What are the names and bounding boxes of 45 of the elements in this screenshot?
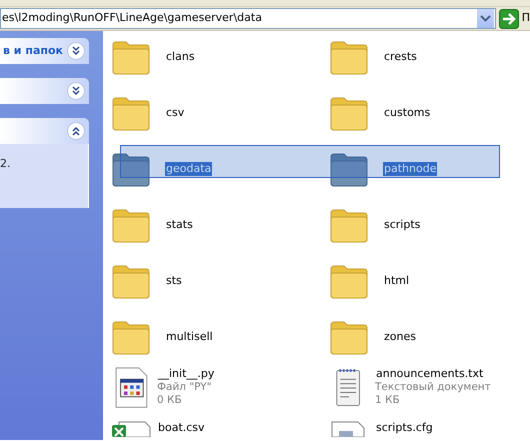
address-field[interactable]: es\l2moding\RunOFF\LineAge\gameserver\data xyxy=(0,8,496,29)
folder-icon xyxy=(329,39,369,75)
panel-text: 2. xyxy=(0,157,10,170)
expand-icon[interactable] xyxy=(67,42,85,60)
folder-icon xyxy=(111,207,151,243)
folder-icon xyxy=(329,319,369,355)
expand-icon[interactable] xyxy=(67,82,85,100)
file-name[interactable]: html xyxy=(383,274,410,288)
arrow-right-icon xyxy=(498,8,519,28)
folder-icon xyxy=(111,319,151,355)
collapse-icon[interactable] xyxy=(67,122,85,140)
go-button[interactable]: П xyxy=(496,8,530,28)
file-name[interactable]: geodata xyxy=(165,162,212,176)
folder-icon xyxy=(111,151,151,187)
folder-icon xyxy=(329,207,369,243)
file-name[interactable]: scripts.cfg xyxy=(375,421,434,435)
file-name[interactable]: multisell xyxy=(165,330,214,344)
panel-title: в и папок xyxy=(3,42,63,59)
dropdown-button[interactable] xyxy=(476,9,494,28)
file-size: 1 КБ xyxy=(375,394,400,407)
folder-icon xyxy=(111,95,151,131)
file-name[interactable]: stats xyxy=(165,218,194,232)
folder-icon xyxy=(111,263,151,299)
file-name[interactable]: customs xyxy=(383,106,432,120)
chevron-down-icon xyxy=(480,14,491,22)
file-name[interactable]: pathnode xyxy=(383,162,438,176)
file-type: Текстовый документ xyxy=(375,381,491,394)
file-size: 0 КБ xyxy=(157,394,182,407)
folder-icon xyxy=(111,39,151,75)
file-name[interactable]: clans xyxy=(165,50,196,64)
file-type: Файл "PY" xyxy=(157,381,212,394)
file-name[interactable]: __init__.py xyxy=(157,367,216,381)
spreadsheet-file-icon xyxy=(111,421,151,437)
folder-icon xyxy=(329,151,369,187)
folder-icon xyxy=(329,263,369,299)
file-name[interactable]: scripts xyxy=(383,218,422,232)
folder-icon xyxy=(329,95,369,131)
file-name[interactable]: zones xyxy=(383,330,417,344)
address-input[interactable]: es\l2moding\RunOFF\LineAge\gameserver\data xyxy=(1,10,477,27)
panel-header[interactable]: в и папок xyxy=(0,38,89,64)
file-name[interactable]: boat.csv xyxy=(157,421,206,435)
file-name[interactable]: crests xyxy=(383,50,418,64)
file-name[interactable]: csv xyxy=(165,106,186,120)
file-name[interactable]: announcements.txt xyxy=(375,367,484,381)
file-name[interactable]: sts xyxy=(165,274,183,288)
